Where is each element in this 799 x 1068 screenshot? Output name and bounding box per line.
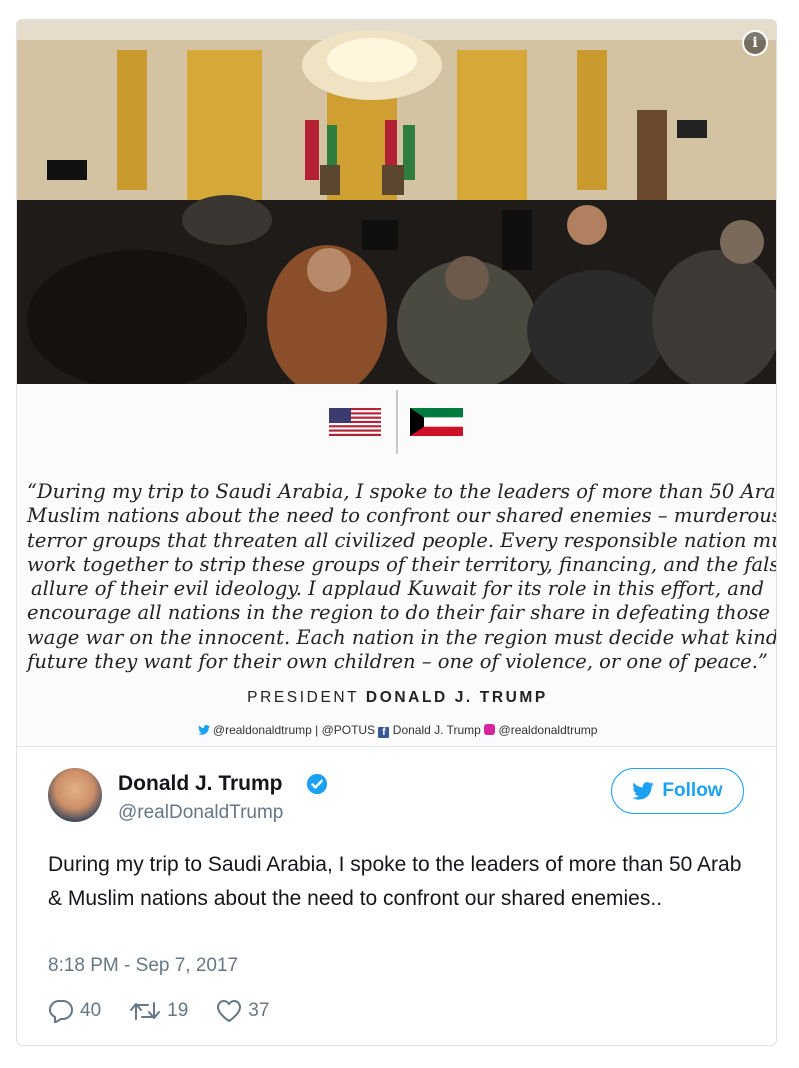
quote-signature: PRESIDENT DONALD J. TRUMP: [17, 689, 776, 707]
quote-line: “During my trip to Saudi Arabia, I spoke…: [27, 480, 777, 503]
signature-prefix: PRESIDENT: [247, 689, 359, 706]
signature-name: DONALD J. TRUMP: [365, 689, 548, 706]
like-count: 37: [248, 1000, 270, 1021]
display-name[interactable]: Donald J. Trump: [118, 772, 283, 796]
tweet-card: i “During my trip to Saudi Arabia, I spo…: [16, 19, 777, 1046]
quote-line: Muslim nations about the need to confron…: [27, 504, 777, 528]
photo-scene: [17, 20, 776, 384]
quote-line: future they want for their own children …: [27, 650, 768, 674]
follow-label: Follow: [662, 780, 723, 801]
tweet-text: During my trip to Saudi Arabia, I spoke …: [48, 853, 742, 910]
quote-text: “During my trip to Saudi Arabia, I spoke…: [27, 480, 777, 674]
reply-count: 40: [80, 1000, 102, 1021]
reply-icon: [49, 1000, 73, 1023]
user-handle[interactable]: @realDonaldTrump: [118, 802, 283, 824]
tweet-actions: 40 19 37: [48, 998, 297, 1024]
follow-button[interactable]: Follow: [611, 768, 744, 814]
quote-line: encourage all nations in the region to d…: [27, 601, 777, 625]
flag-divider: [396, 390, 398, 454]
quote-line: terror groups that threaten all civilize…: [27, 528, 777, 552]
social-handles: @realdonaldtrump | @POTUS f Donald J. Tr…: [17, 723, 776, 738]
verified-badge-icon: [306, 773, 328, 795]
retweet-count: 19: [167, 1000, 189, 1021]
social-instagram-handle: @realdonaldtrump: [498, 723, 598, 737]
reply-button[interactable]: 40: [48, 999, 101, 1023]
quote-line: allure of their evil ideology. I applaud…: [31, 577, 764, 601]
us-flag-icon: [329, 408, 381, 436]
info-icon[interactable]: i: [742, 30, 768, 56]
quote-graphic: “During my trip to Saudi Arabia, I spoke…: [17, 384, 777, 746]
facebook-icon: f: [378, 727, 390, 738]
twitter-bird-icon: [197, 725, 210, 735]
heart-icon: [217, 1000, 242, 1022]
tweet-timestamp[interactable]: 8:18 PM - Sep 7, 2017: [48, 955, 238, 977]
press-conference-photo[interactable]: i: [17, 20, 776, 384]
quote-line: wage war on the innocent. Each nation in…: [27, 625, 777, 649]
avatar[interactable]: [48, 768, 102, 822]
kuwait-flag-icon: [410, 408, 463, 436]
quote-line: work together to strip these groups of t…: [27, 552, 777, 576]
twitter-bird-icon: [632, 782, 655, 800]
social-twitter-handles: @realdonaldtrump | @POTUS: [212, 723, 376, 737]
retweet-button[interactable]: 19: [129, 999, 188, 1023]
divider: [17, 746, 776, 747]
social-facebook-name: Donald J. Trump: [392, 723, 481, 737]
like-button[interactable]: 37: [216, 999, 269, 1023]
instagram-icon: [484, 724, 496, 735]
retweet-icon: [130, 1002, 161, 1020]
